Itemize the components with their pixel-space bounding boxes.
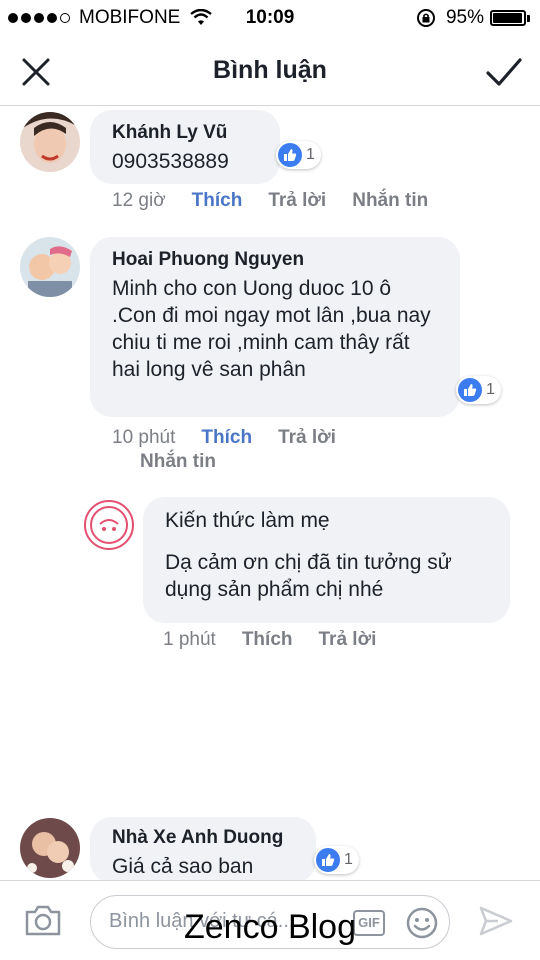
like-button[interactable]: Thích <box>192 190 243 211</box>
like-button[interactable]: Thích <box>242 629 293 650</box>
page-avatar[interactable] <box>84 500 134 550</box>
comment-text: 0903538889 <box>112 150 229 173</box>
avatar[interactable] <box>20 112 80 172</box>
reply-bubble: Kiến thức làm mẹ Dạ cảm ơn chị đã tin tư… <box>143 497 510 623</box>
reply-actions: 1 phút Thích Trả lời <box>163 629 402 651</box>
battery-group: 95% <box>416 7 530 29</box>
message-button[interactable]: Nhắn tin <box>140 451 216 472</box>
reply-author[interactable]: Kiến thức làm mẹ <box>165 509 488 533</box>
rotation-lock-icon <box>416 9 435 27</box>
page-title: Bình luận <box>213 56 327 84</box>
comment-text: Giá cả sao ban <box>112 855 254 878</box>
avatar[interactable] <box>20 818 80 878</box>
reply-button[interactable]: Trả lời <box>278 427 336 448</box>
battery-percent: 95% <box>445 7 484 28</box>
thumbs-up-icon <box>458 378 482 402</box>
comment-input-placeholder: Bình luận với tư cá... <box>109 910 295 932</box>
reaction-count[interactable]: 1 <box>276 141 321 169</box>
avatar[interactable] <box>20 237 80 297</box>
comment-time: 10 phút <box>112 427 176 448</box>
comment-input[interactable]: Bình luận với tư cá... GIF <box>90 895 450 949</box>
carrier-name: MOBIFONE <box>79 7 181 28</box>
reply-button[interactable]: Trả lời <box>268 190 326 211</box>
gif-button[interactable]: GIF <box>353 910 385 936</box>
wifi-icon <box>190 9 213 25</box>
comment-actions: 10 phút Thích Trả lời <box>112 425 432 451</box>
comment-actions-wrap: Nhắn tin <box>140 451 242 473</box>
comment-time: 12 giờ <box>112 190 166 211</box>
message-button[interactable]: Nhắn tin <box>352 190 428 211</box>
emoji-icon[interactable] <box>405 906 439 940</box>
signal-icon <box>8 13 73 23</box>
send-icon[interactable] <box>478 905 514 937</box>
battery-icon <box>490 10 530 26</box>
reply-button[interactable]: Trả lời <box>319 629 377 650</box>
comment-author[interactable]: Hoai Phuong Nguyen <box>112 249 438 271</box>
comment-bubble: Nhà Xe Anh Duong Giá cả sao ban <box>90 817 316 883</box>
comment-author[interactable]: Nhà Xe Anh Duong <box>112 827 294 849</box>
comment-bubble: Hoai Phuong Nguyen Minh cho con Uong duo… <box>90 237 460 417</box>
thumbs-up-icon <box>278 143 302 167</box>
check-icon[interactable] <box>484 54 524 90</box>
camera-icon[interactable] <box>24 903 62 937</box>
reply-time: 1 phút <box>163 629 216 650</box>
thumbs-up-icon <box>316 848 340 872</box>
comment-author[interactable]: Khánh Ly Vũ <box>112 122 258 144</box>
battery-fill <box>493 13 522 23</box>
composer-bar: Bình luận với tư cá... GIF <box>0 880 540 960</box>
close-icon[interactable] <box>18 54 54 90</box>
like-button[interactable]: Thích <box>201 427 252 448</box>
reaction-count[interactable]: 1 <box>314 846 359 874</box>
comment-bubble: Khánh Ly Vũ 0903538889 <box>90 110 280 184</box>
reaction-count[interactable]: 1 <box>456 376 501 404</box>
carrier-group: MOBIFONE <box>8 7 213 29</box>
reply-text: Dạ cảm ơn chị đã tin tưởng sử dụng sản p… <box>165 551 452 601</box>
status-bar: MOBIFONE 10:09 95% <box>0 0 540 36</box>
comment-text: Minh cho con Uong duoc 10 ô .Con đi moi … <box>112 277 431 381</box>
header: Bình luận <box>0 36 540 106</box>
comment-actions: 12 giờ Thích Trả lời Nhắn tin <box>112 190 454 212</box>
